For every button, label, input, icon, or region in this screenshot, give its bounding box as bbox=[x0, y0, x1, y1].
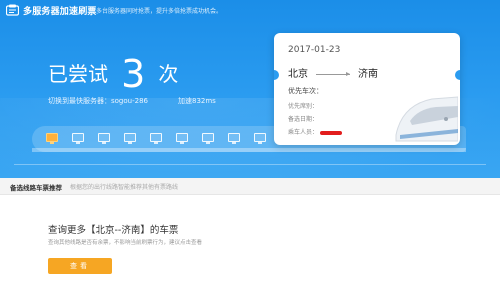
train-illustration-icon bbox=[395, 96, 458, 142]
section-title: 备选线路车票推荐 bbox=[10, 184, 62, 192]
priority-train-label: 优先车次： bbox=[288, 87, 323, 95]
attempt-count: 3 bbox=[121, 52, 146, 96]
section-header: 备选线路车票推荐 根据您的出行线路智能推荐其他有票路线 bbox=[0, 178, 500, 195]
attempt-counter: 已尝试 3 次 bbox=[48, 52, 178, 96]
app-title: 多服务器加速刷票 bbox=[23, 7, 97, 17]
ticket-route: 北京 济南 bbox=[288, 65, 378, 80]
attempt-prefix: 已尝试 bbox=[48, 62, 108, 86]
speed-status: 加速832ms bbox=[178, 97, 216, 105]
view-button[interactable]: 查看 bbox=[48, 258, 112, 274]
app-subtitle: 多台服务器同时抢票，提升多倍抢票成功机会。 bbox=[96, 8, 223, 15]
title-bar: 多服务器加速刷票 多台服务器同时抢票，提升多倍抢票成功机会。 bbox=[0, 0, 500, 20]
train-window bbox=[254, 133, 266, 144]
train-window bbox=[202, 133, 214, 144]
track-line bbox=[14, 164, 486, 165]
train-window bbox=[176, 133, 188, 144]
server-status: 切换到最快服务器：sogou-286 bbox=[48, 97, 148, 105]
hero-panel: 多服务器加速刷票 多台服务器同时抢票，提升多倍抢票成功机会。 已尝试 3 次 切… bbox=[0, 0, 500, 178]
route-to: 济南 bbox=[358, 69, 378, 80]
passenger-label: 乘车人员： bbox=[288, 129, 319, 136]
train-window bbox=[72, 133, 84, 144]
passenger-redaction bbox=[320, 130, 343, 135]
alternate-date-label: 备选日期： bbox=[288, 116, 319, 123]
train-window bbox=[98, 133, 110, 144]
train-window bbox=[228, 133, 240, 144]
ticket-notch-left bbox=[274, 70, 279, 80]
train-window-active bbox=[46, 133, 58, 144]
ticket-notch-right bbox=[455, 70, 460, 80]
ticket-date: 2017-01-23 bbox=[288, 45, 341, 55]
query-title: 查询更多【北京--济南】的车票 bbox=[48, 225, 179, 236]
attempt-suffix: 次 bbox=[158, 62, 179, 86]
route-from: 北京 bbox=[288, 69, 308, 80]
train-window bbox=[124, 133, 136, 144]
ticket-card: 2017-01-23 北京 济南 优先车次： 优先席别： 备选日期： 乘车人员： bbox=[274, 33, 460, 145]
logo-icon bbox=[6, 4, 19, 16]
train-stripe bbox=[32, 148, 466, 152]
query-description: 查询其他线路是否有余票，不影响当前刷票行为，建议点击查看 bbox=[48, 240, 203, 246]
train-window bbox=[150, 133, 162, 144]
passenger-row: 乘车人员： bbox=[288, 127, 343, 136]
section-hint: 根据您的出行线路智能推荐其他有票路线 bbox=[70, 184, 179, 191]
priority-seat-label: 优先席别： bbox=[288, 103, 319, 110]
route-arrow-icon bbox=[316, 71, 350, 76]
